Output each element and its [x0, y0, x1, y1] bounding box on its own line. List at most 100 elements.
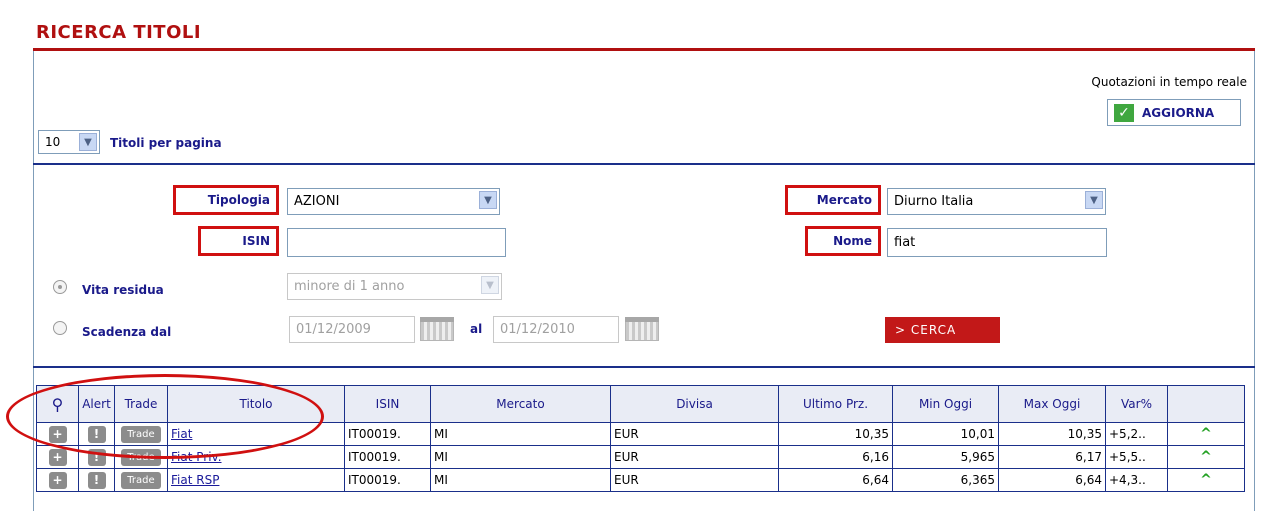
header-mercato[interactable]: Mercato	[430, 385, 611, 423]
vita-residua-select[interactable]: minore di 1 anno ▼	[287, 273, 502, 300]
divisa-cell: EUR	[610, 422, 779, 446]
mercato-label: Mercato	[785, 185, 881, 215]
trend-cell: ^	[1167, 422, 1245, 446]
header-titolo[interactable]: Titolo	[167, 385, 345, 423]
divisa-cell: EUR	[610, 445, 779, 469]
page-title: RICERCA TITOLI	[36, 22, 202, 43]
add-cell: +	[36, 468, 79, 492]
section-divider	[33, 163, 1255, 165]
nome-label: Nome	[805, 226, 881, 256]
trade-button[interactable]: Trade	[121, 448, 161, 466]
plus-icon[interactable]: +	[48, 448, 67, 466]
chevron-down-icon[interactable]: ▼	[479, 191, 497, 209]
arrow-up-icon: ^	[1200, 449, 1212, 465]
table-row: + ! Trade Fiat IT00019. MI EUR 10,35 10,…	[36, 422, 1245, 446]
header-max-oggi[interactable]: Max Oggi	[998, 385, 1106, 423]
alert-icon[interactable]: !	[87, 448, 106, 466]
trade-button[interactable]: Trade	[121, 425, 161, 443]
tipologia-select[interactable]: AZIONI ▼	[287, 188, 500, 215]
header-trend	[1167, 385, 1245, 423]
calendar-icon[interactable]	[420, 317, 454, 341]
arrow-up-icon: ^	[1200, 426, 1212, 442]
trade-cell: Trade	[114, 468, 168, 492]
date-from-input[interactable]: 01/12/2009	[289, 316, 415, 343]
titolo-cell: Fiat	[167, 422, 345, 446]
mercato-cell: MI	[430, 468, 611, 492]
min-cell: 6,365	[892, 468, 999, 492]
header-divisa[interactable]: Divisa	[610, 385, 779, 423]
alert-cell: !	[78, 445, 115, 469]
scadenza-label: Scadenza dal	[82, 325, 172, 339]
add-cell: +	[36, 422, 79, 446]
var-cell: +5,2..	[1105, 422, 1168, 446]
table-row: + ! Trade Fiat RSP IT00019. MI EUR 6,64 …	[36, 468, 1245, 492]
max-cell: 6,64	[998, 468, 1106, 492]
per-page-value: 10	[45, 135, 61, 149]
vita-residua-label: Vita residua	[82, 283, 164, 297]
nome-input[interactable]: fiat	[887, 228, 1107, 257]
realtime-quotes-label: Quotazioni in tempo reale	[1091, 75, 1247, 89]
aggiorna-button[interactable]: ✓ AGGIORNA	[1107, 99, 1241, 126]
calendar-icon[interactable]	[625, 317, 659, 341]
arrow-up-icon: ^	[1200, 472, 1212, 488]
vita-residua-value: minore di 1 anno	[294, 279, 405, 294]
chevron-down-icon[interactable]: ▼	[79, 133, 97, 151]
max-cell: 10,35	[998, 422, 1106, 446]
per-page-select[interactable]: 10 ▼	[38, 130, 100, 154]
isin-label: ISIN	[198, 226, 279, 256]
date-to-input[interactable]: 01/12/2010	[493, 316, 619, 343]
trend-cell: ^	[1167, 445, 1245, 469]
divisa-cell: EUR	[610, 468, 779, 492]
mercato-cell: MI	[430, 445, 611, 469]
header-compare[interactable]: ⚲	[36, 385, 79, 423]
add-cell: +	[36, 445, 79, 469]
header-isin[interactable]: ISIN	[344, 385, 431, 423]
isin-input[interactable]	[287, 228, 506, 257]
chevron-down-icon[interactable]: ▼	[481, 276, 499, 294]
compare-icon: ⚲	[51, 394, 64, 414]
plus-icon[interactable]: +	[48, 471, 67, 489]
header-alert: Alert	[78, 385, 115, 423]
plus-icon[interactable]: +	[48, 425, 67, 443]
alert-cell: !	[78, 468, 115, 492]
chevron-down-icon[interactable]: ▼	[1085, 191, 1103, 209]
tipologia-label: Tipologia	[173, 185, 279, 215]
header-min-oggi[interactable]: Min Oggi	[892, 385, 999, 423]
min-cell: 10,01	[892, 422, 999, 446]
results-table: ⚲ Alert Trade Titolo ISIN Mercato Divisa…	[36, 385, 1245, 492]
titolo-link[interactable]: Fiat Priv.	[171, 450, 222, 464]
vita-residua-radio[interactable]	[53, 280, 67, 294]
alert-cell: !	[78, 422, 115, 446]
header-trade: Trade	[114, 385, 168, 423]
titolo-link[interactable]: Fiat RSP	[171, 473, 219, 487]
header-var[interactable]: Var%	[1105, 385, 1168, 423]
ultimo-cell: 6,16	[778, 445, 893, 469]
table-row: + ! Trade Fiat Priv. IT00019. MI EUR 6,1…	[36, 445, 1245, 469]
trade-button[interactable]: Trade	[121, 471, 161, 489]
cerca-button[interactable]: > CERCA	[885, 317, 1000, 343]
trend-cell: ^	[1167, 468, 1245, 492]
section-divider	[33, 366, 1255, 368]
trade-cell: Trade	[114, 422, 168, 446]
table-header-row: ⚲ Alert Trade Titolo ISIN Mercato Divisa…	[36, 385, 1245, 423]
scadenza-radio[interactable]	[53, 321, 67, 335]
min-cell: 5,965	[892, 445, 999, 469]
tipologia-value: AZIONI	[294, 194, 340, 209]
ultimo-cell: 10,35	[778, 422, 893, 446]
mercato-select[interactable]: Diurno Italia ▼	[887, 188, 1106, 215]
max-cell: 6,17	[998, 445, 1106, 469]
check-icon: ✓	[1114, 103, 1134, 122]
per-page-label: Titoli per pagina	[110, 136, 222, 150]
var-cell: +5,5..	[1105, 445, 1168, 469]
titolo-cell: Fiat RSP	[167, 468, 345, 492]
header-ultimo-prezzo[interactable]: Ultimo Prz.	[778, 385, 893, 423]
var-cell: +4,3..	[1105, 468, 1168, 492]
alert-icon[interactable]: !	[87, 425, 106, 443]
ultimo-cell: 6,64	[778, 468, 893, 492]
titolo-cell: Fiat Priv.	[167, 445, 345, 469]
isin-cell: IT00019.	[344, 468, 431, 492]
aggiorna-label: AGGIORNA	[1142, 105, 1215, 120]
alert-icon[interactable]: !	[87, 471, 106, 489]
titolo-link[interactable]: Fiat	[171, 427, 192, 441]
mercato-value: Diurno Italia	[894, 194, 974, 209]
